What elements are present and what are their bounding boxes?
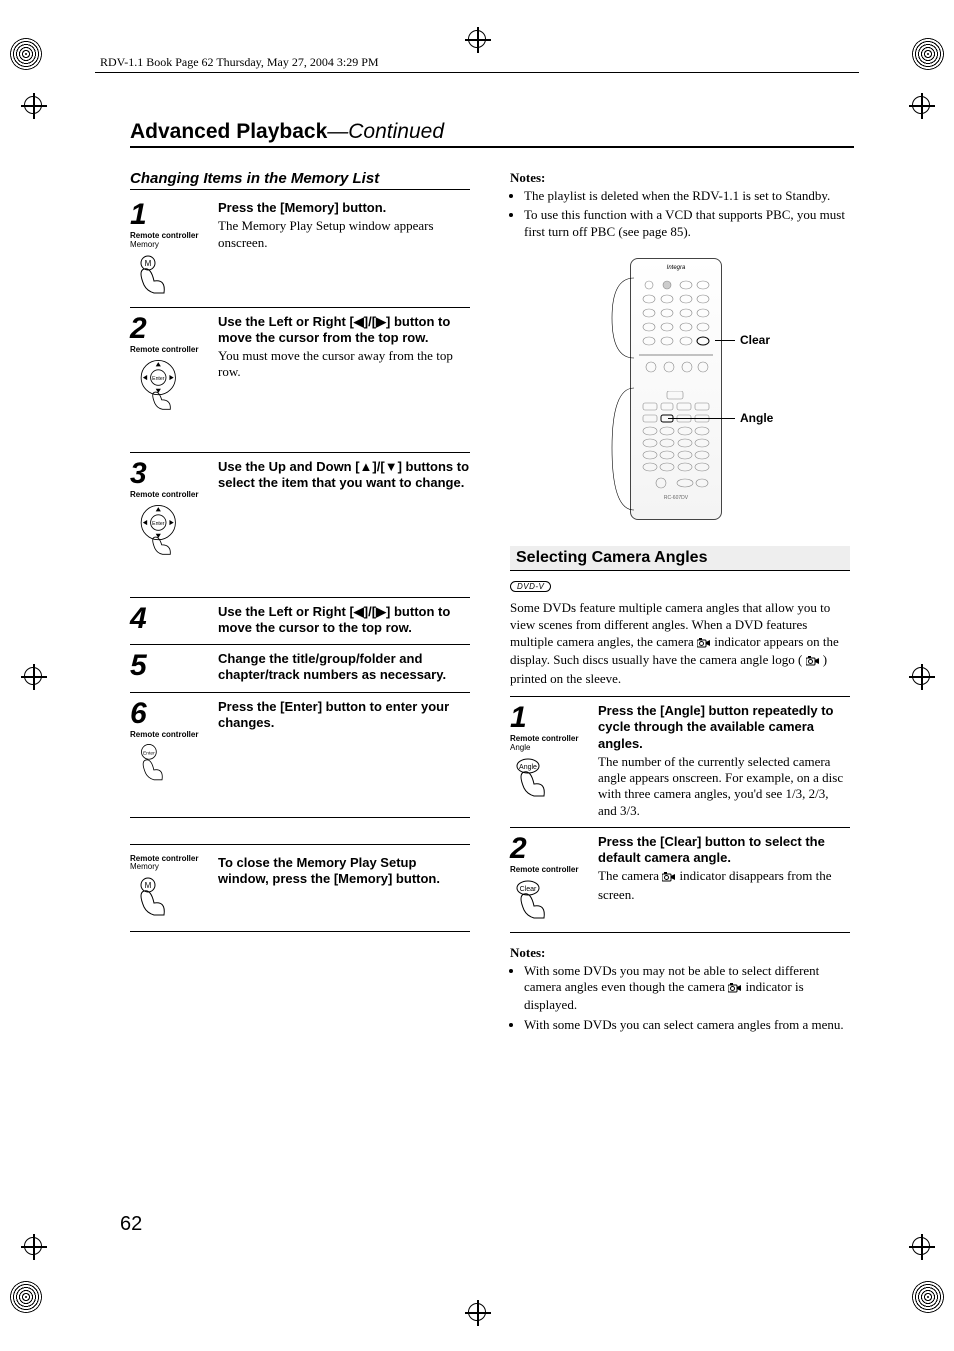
step-desc: The camera indicator disappears from the… (598, 868, 850, 903)
svg-text:Angle: Angle (519, 764, 537, 771)
remote-button-label: Memory (130, 863, 210, 872)
step-lead: Use the Left or Right [◀]/[▶] button to … (218, 604, 470, 637)
note-item: With some DVDs you can select camera ang… (524, 1017, 850, 1033)
hand-press-icon: Clear (510, 878, 556, 924)
notes-list: The playlist is deleted when the RDV-1.1… (524, 188, 850, 240)
step-2: 2 Remote controller Enter Use the Left o… (130, 308, 470, 453)
registration-mark (912, 667, 930, 685)
angle-step-2: 2 Remote controller Clear Press the [Cle… (510, 828, 850, 933)
camera-intro: Some DVDs feature multiple camera angles… (510, 600, 850, 688)
remote-button-label: Memory (130, 241, 210, 250)
remote-controller-label: Remote controller (510, 866, 590, 875)
callout-line (668, 418, 735, 419)
step-5: 5 Change the title/group/folder and chap… (130, 645, 470, 693)
step-lead: Use the Up and Down [▲]/[▼] buttons to s… (218, 459, 470, 492)
registration-mark (468, 1303, 486, 1321)
step-lead: Press the [Angle] button repeatedly to c… (598, 703, 850, 752)
step-lead: Press the [Clear] button to select the d… (598, 834, 850, 867)
remote-controller-label: Remote controller (130, 731, 210, 740)
step-desc: You must move the cursor away from the t… (218, 348, 470, 381)
step-number: 3 (130, 459, 210, 489)
subhead-camera-angles: Selecting Camera Angles (510, 546, 850, 571)
step-3: 3 Remote controller Enter Use the Up and… (130, 453, 470, 598)
hand-press-icon: M (130, 875, 176, 921)
remote-button-label: Angle (510, 744, 590, 753)
camera-icon (728, 981, 742, 997)
registration-mark (24, 96, 42, 114)
step-number: 1 (130, 200, 210, 230)
note-item: The playlist is deleted when the RDV-1.1… (524, 188, 850, 204)
title-continued: —Continued (327, 120, 444, 143)
spiral-decor (10, 38, 42, 70)
camera-icon (697, 636, 711, 653)
notes-list: With some DVDs you may not be able to se… (524, 963, 850, 1033)
step-number: 5 (130, 651, 210, 681)
svg-text:RC-607DV: RC-607DV (664, 495, 689, 501)
page-runner: RDV-1.1 Book Page 62 Thursday, May 27, 2… (100, 55, 379, 70)
notes-heading: Notes: (510, 945, 850, 961)
hand-press-icon: M (130, 253, 176, 299)
step-lead: Press the [Enter] button to enter your c… (218, 699, 470, 732)
registration-mark (24, 1237, 42, 1255)
dvd-v-badge: DVD-V (510, 581, 551, 592)
callout-clear: Clear (740, 333, 770, 347)
step-desc: The Memory Play Setup window appears ons… (218, 218, 470, 251)
step-number: 2 (130, 314, 210, 344)
callout-angle: Angle (740, 411, 773, 425)
registration-mark (912, 1237, 930, 1255)
registration-mark (468, 30, 486, 48)
step-number: 2 (510, 834, 590, 864)
svg-text:Enter: Enter (152, 377, 165, 383)
page-title: Advanced Playback—Continued (130, 120, 854, 148)
step-1: 1 Remote controller Memory M Press the [… (130, 194, 470, 308)
note-item: With some DVDs you may not be able to se… (524, 963, 850, 1014)
svg-text:Enter: Enter (143, 751, 155, 757)
hand-press-icon: Angle (510, 756, 556, 802)
svg-text:M: M (145, 881, 152, 890)
callout-line (715, 340, 735, 341)
step-4: 4 Use the Left or Right [◀]/[▶] button t… (130, 598, 470, 646)
step-6: 6 Remote controller Enter Press the [Ent… (130, 693, 470, 818)
step-lead: Change the title/group/folder and chapte… (218, 651, 470, 684)
note-item: To use this function with a VCD that sup… (524, 207, 850, 240)
spiral-decor (912, 1281, 944, 1313)
angle-step-1: 1 Remote controller Angle Angle Press th… (510, 696, 850, 828)
step-number: 1 (510, 703, 590, 733)
remote-controller-label: Remote controller (130, 346, 210, 355)
step-lead: Use the Left or Right [◀]/[▶] button to … (218, 314, 470, 347)
remote-controller-label: Remote controller (130, 491, 210, 500)
closing-note: Remote controller Memory M To close the … (130, 844, 470, 933)
registration-mark (912, 96, 930, 114)
svg-text:Clear: Clear (520, 886, 537, 893)
camera-icon (662, 870, 676, 886)
camera-icon (806, 654, 820, 671)
runner-rule (95, 72, 859, 73)
subhead-changing-items: Changing Items in the Memory List (130, 170, 470, 190)
notes-heading: Notes: (510, 170, 850, 186)
spiral-decor (912, 38, 944, 70)
dpad-icon: Enter (130, 502, 210, 567)
dpad-icon: Enter (130, 357, 210, 422)
svg-text:Enter: Enter (152, 522, 165, 528)
registration-mark (24, 667, 42, 685)
remote-brand: Integra (631, 265, 721, 271)
page-number: 62 (120, 1213, 142, 1236)
step-lead: Press the [Memory] button. (218, 200, 470, 216)
step-number: 4 (130, 604, 210, 634)
closing-lead: To close the Memory Play Setup window, p… (218, 855, 470, 888)
hand-press-icon: Enter (130, 742, 176, 788)
bracket-decor (608, 258, 636, 518)
svg-text:M: M (145, 259, 152, 268)
spiral-decor (10, 1281, 42, 1313)
step-desc: The number of the currently selected cam… (598, 754, 850, 819)
title-main: Advanced Playback (130, 120, 327, 143)
step-number: 6 (130, 699, 210, 729)
remote-control-figure: Integra (510, 258, 850, 528)
